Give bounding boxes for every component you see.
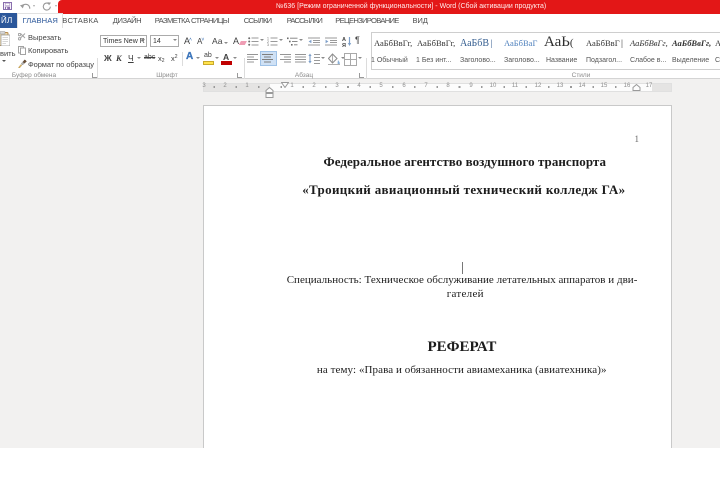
svg-text:3: 3 [267,43,269,46]
svg-text:Я: Я [342,43,346,47]
